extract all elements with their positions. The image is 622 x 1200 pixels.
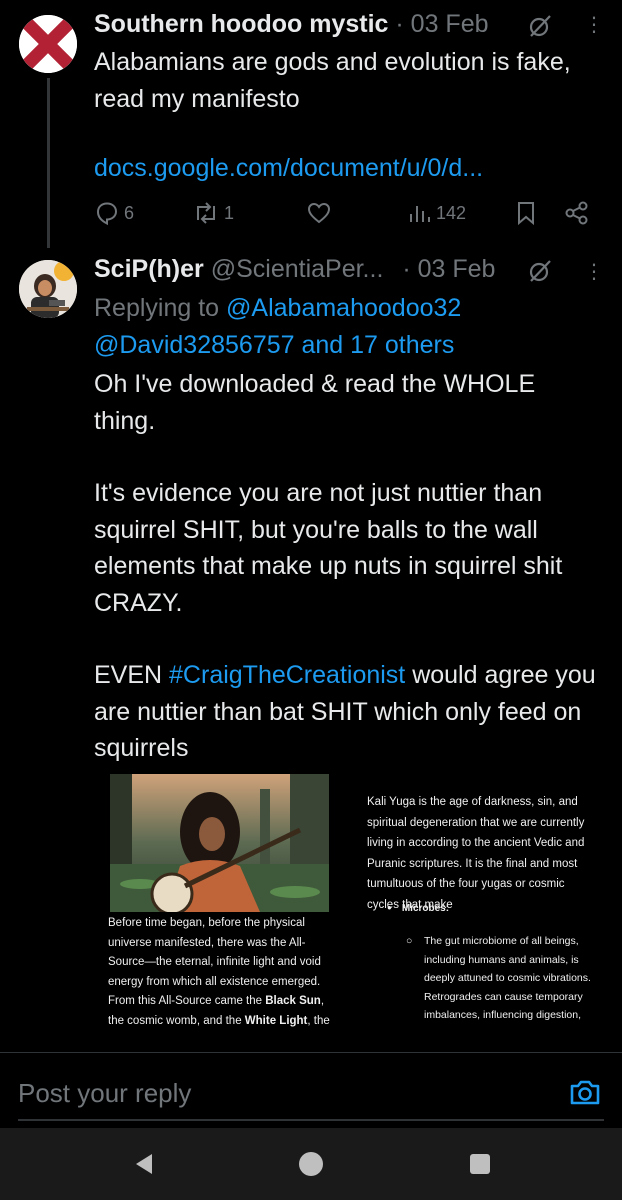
alabama-flag-icon bbox=[19, 15, 77, 73]
reply-button[interactable]: 6 bbox=[94, 200, 134, 226]
replying-handle[interactable]: @Alabamahoodoo32 bbox=[226, 294, 461, 322]
like-icon bbox=[307, 202, 331, 224]
doc-text: , the bbox=[307, 1014, 330, 1027]
repost-button[interactable]: 1 bbox=[192, 200, 234, 226]
system-navigation-bar bbox=[0, 1128, 622, 1200]
tweet-paragraph: It's evidence you are not just nuttier t… bbox=[94, 479, 563, 617]
avatar-alabama-flag[interactable] bbox=[19, 15, 77, 73]
repost-count: 1 bbox=[224, 202, 235, 223]
tweet-link[interactable]: docs.google.com/document/u/0/d... bbox=[94, 154, 483, 183]
views-icon bbox=[410, 206, 430, 222]
attached-image[interactable]: Before time began, before the physical u… bbox=[94, 764, 609, 1052]
share-icon bbox=[565, 201, 588, 225]
document-subheading: Microbes: bbox=[387, 903, 449, 914]
back-button[interactable] bbox=[124, 1148, 164, 1180]
grok-icon[interactable] bbox=[527, 258, 553, 284]
photo-woman-banjo bbox=[110, 774, 329, 912]
camera-icon[interactable] bbox=[568, 1075, 602, 1109]
like-button[interactable] bbox=[306, 200, 332, 226]
doc-bold: White Light bbox=[244, 1014, 308, 1027]
reply-composer bbox=[0, 1052, 622, 1128]
reply-input[interactable] bbox=[18, 1073, 548, 1113]
author-name[interactable]: Southern hoodoo mystic bbox=[94, 10, 388, 38]
home-icon bbox=[299, 1152, 323, 1176]
hashtag-link[interactable]: #CraigTheCreationist bbox=[169, 661, 405, 689]
tweet-header: SciP(h)er @ScientiaPer... · 03 Feb bbox=[94, 255, 495, 284]
tweet-paragraph: EVEN #CraigTheCreationist would agree yo… bbox=[94, 657, 599, 767]
doc-text: Before time began, before the physical u… bbox=[108, 917, 321, 1007]
recents-icon bbox=[470, 1154, 490, 1174]
replying-to: Replying to @Alabamahoodoo32 @David32856… bbox=[94, 290, 594, 364]
tweet-text-segment: EVEN bbox=[94, 661, 170, 689]
doc-bold: Black Sun bbox=[265, 995, 321, 1007]
bullet-icon: ○ bbox=[406, 935, 413, 947]
replying-others[interactable]: @David32856757 and 17 others bbox=[94, 331, 454, 359]
tweet-header: Southern hoodoo mystic · 03 Feb bbox=[94, 10, 489, 39]
tweet-southern-hoodoo[interactable]: Southern hoodoo mystic · 03 Feb ⋮ Alabam… bbox=[0, 0, 622, 250]
replying-prefix: Replying to bbox=[94, 294, 220, 322]
repost-icon bbox=[197, 202, 215, 224]
recents-button[interactable] bbox=[460, 1148, 500, 1180]
views-button[interactable]: 142 bbox=[408, 200, 466, 226]
share-button[interactable] bbox=[564, 200, 590, 226]
tweet-text: Alabamians are gods and evolution is fak… bbox=[94, 48, 571, 113]
more-icon[interactable]: ⋮ bbox=[582, 12, 606, 37]
tweet-paragraph: Oh I've downloaded & read the WHOLE thin… bbox=[94, 370, 536, 435]
back-icon bbox=[136, 1154, 152, 1174]
thread-line bbox=[47, 78, 50, 248]
tweet-text: Oh I've downloaded & read the WHOLE thin… bbox=[94, 366, 599, 767]
document-text-left: Before time began, before the physical u… bbox=[108, 914, 338, 1031]
bookmark-icon bbox=[518, 202, 534, 226]
grok-icon[interactable] bbox=[527, 13, 553, 39]
reply-count: 6 bbox=[124, 202, 135, 223]
input-underline bbox=[18, 1119, 604, 1121]
photo-illustration bbox=[110, 774, 329, 912]
tweet-date: · 03 Feb bbox=[402, 255, 496, 283]
author-handle[interactable]: @ScientiaPer... bbox=[211, 255, 384, 283]
more-icon[interactable]: ⋮ bbox=[582, 259, 606, 284]
home-button[interactable] bbox=[291, 1148, 331, 1180]
tweet-date: · 03 Feb bbox=[395, 10, 489, 38]
doc-text: The gut microbiome of all beings, includ… bbox=[424, 935, 591, 1021]
reply-icon bbox=[96, 202, 118, 226]
author-name[interactable]: SciP(h)er bbox=[94, 255, 204, 283]
bookmark-button[interactable] bbox=[514, 200, 538, 226]
view-count: 142 bbox=[436, 202, 467, 223]
tweet-actions: 6 1 142 bbox=[94, 200, 594, 230]
document-subtext: ○ The gut microbiome of all beings, incl… bbox=[406, 932, 604, 1025]
avatar-scipher[interactable] bbox=[19, 260, 77, 318]
avatar-cartoon-icon bbox=[19, 260, 77, 318]
document-text-right: Kali Yuga is the age of darkness, sin, a… bbox=[367, 796, 585, 911]
